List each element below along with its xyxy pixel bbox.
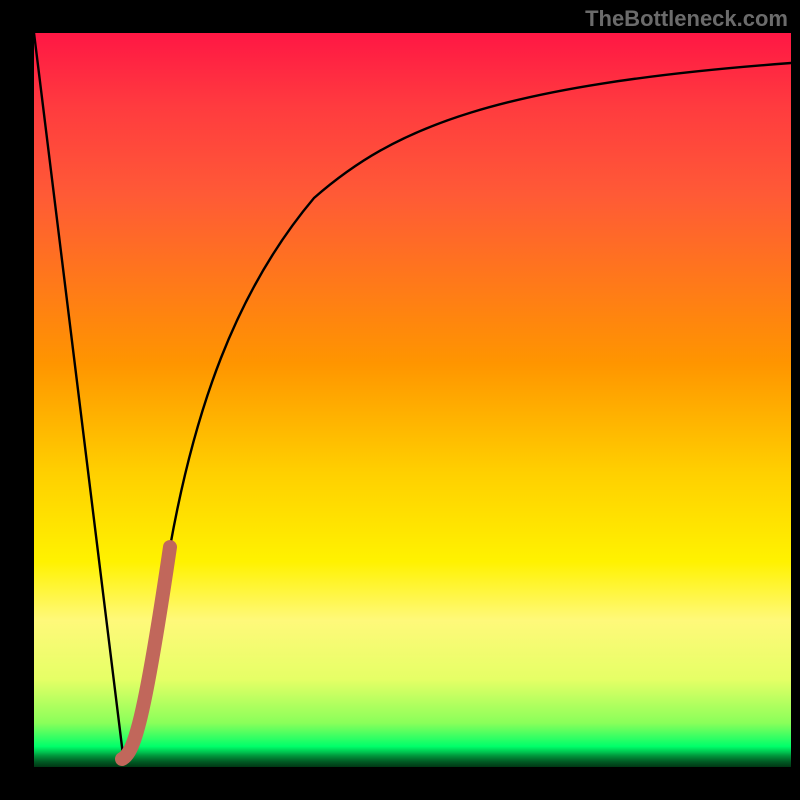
optimal-range-highlight xyxy=(122,547,170,759)
plot-area xyxy=(34,33,791,767)
chart-container: TheBottleneck.com xyxy=(0,0,800,800)
curve-layer xyxy=(34,33,791,767)
watermark-text: TheBottleneck.com xyxy=(585,6,788,32)
